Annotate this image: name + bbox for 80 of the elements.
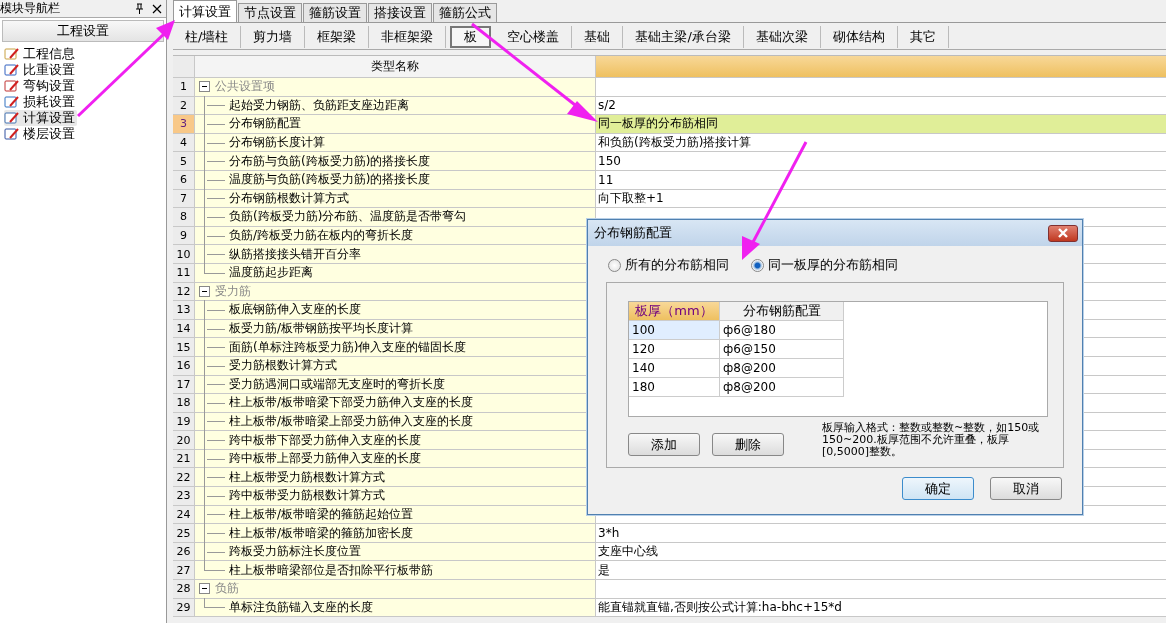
row-number: 10 (173, 245, 195, 263)
nav-item[interactable]: 楼层设置 (23, 125, 75, 143)
close-icon (1057, 228, 1069, 238)
tab[interactable]: 箍筋设置 (303, 3, 367, 22)
row-number: 1 (173, 78, 195, 96)
nav-item[interactable]: 比重设置 (23, 61, 75, 79)
collapse-toggle[interactable] (199, 285, 210, 297)
nav-item[interactable]: 工程信息 (23, 45, 75, 63)
grid-cell[interactable]: ф6@150 (720, 340, 844, 359)
category-tab[interactable]: 非框架梁 (369, 26, 447, 48)
grid-cell[interactable]: 120 (629, 340, 720, 359)
group-label: 公共设置项 (215, 78, 275, 96)
column-header: 板厚（mm） (629, 302, 720, 321)
format-hint: 板厚输入格式：整数或整数~整数，如150或150~200.板厚范围不允许重叠，板厚[0,5000]整数。 (822, 422, 1041, 458)
group-label: 受力筋 (215, 282, 251, 300)
radio-label[interactable]: 所有的分布筋相同 (625, 256, 729, 274)
column-header: 分布钢筋配置 (720, 302, 844, 321)
row-number: 13 (173, 301, 195, 319)
dialog-button[interactable]: 确定 (902, 477, 974, 500)
row-number: 8 (173, 208, 195, 226)
nav-item[interactable]: 损耗设置 (23, 93, 75, 111)
category-tab[interactable]: 其它 (897, 26, 949, 48)
grid-cell[interactable]: 140 (629, 359, 720, 378)
grid-cell[interactable]: 100 (629, 321, 720, 340)
category-tab[interactable]: 砌体结构 (820, 26, 898, 48)
nav-item[interactable]: 弯钩设置 (23, 77, 75, 95)
row-number: 5 (173, 152, 195, 170)
radio-button[interactable] (608, 258, 621, 272)
grid-cell[interactable]: 180 (629, 378, 720, 397)
document-pencil-icon (4, 127, 20, 141)
grid-cell[interactable]: ф6@180 (720, 321, 844, 340)
action-button[interactable]: 删除 (712, 433, 784, 456)
close-button[interactable] (1048, 224, 1078, 242)
setting-name: 分布钢筋配置 (195, 115, 596, 133)
setting-name: 负筋(跨板受力筋)分布筋、温度筋是否带弯勾 (195, 208, 596, 226)
collapse-toggle[interactable] (199, 583, 210, 595)
grid-cell[interactable]: ф8@200 (720, 359, 844, 378)
column-header: 类型名称 (195, 56, 596, 77)
document-pencil-icon (4, 63, 20, 77)
tab[interactable]: 搭接设置 (368, 3, 432, 22)
row-number: 28 (173, 580, 195, 598)
setting-name: 柱上板带暗梁部位是否扣除平行板带筋 (195, 561, 596, 580)
pin-icon[interactable] (135, 3, 144, 14)
tab[interactable]: 箍筋公式 (433, 3, 497, 22)
collapse-toggle[interactable] (199, 81, 210, 93)
close-icon[interactable] (152, 3, 162, 14)
group-label: 负筋 (215, 580, 239, 598)
category-tab[interactable]: 空心楼盖 (495, 26, 573, 48)
row-number: 25 (173, 524, 195, 542)
radio-button[interactable] (751, 258, 764, 272)
setting-name: 柱上板带/板带暗梁的箍筋加密长度 (195, 524, 596, 542)
category-tab[interactable]: 基础 (572, 26, 624, 48)
dialog-title: 分布钢筋配置 (594, 224, 672, 242)
row-number: 23 (173, 487, 195, 505)
tab[interactable]: 节点设置 (238, 3, 302, 22)
document-pencil-icon (4, 111, 20, 125)
section-header[interactable]: 工程设置 (2, 20, 164, 42)
row-number: 20 (173, 431, 195, 449)
row-number: 18 (173, 394, 195, 412)
row-number: 27 (173, 561, 195, 580)
row-number: 15 (173, 338, 195, 356)
category-tab[interactable]: 剪力墙 (241, 26, 306, 48)
row-number: 3 (173, 115, 195, 133)
action-button[interactable]: 添加 (628, 433, 700, 456)
tab[interactable]: 计算设置 (173, 0, 237, 22)
row-number: 22 (173, 468, 195, 487)
setting-value[interactable]: 同一板厚的分布筋相同 (596, 115, 1166, 133)
category-tab[interactable]: 板 (450, 26, 492, 48)
dialog-button[interactable]: 取消 (990, 477, 1062, 500)
category-tab[interactable]: 基础主梁/承台梁 (623, 26, 744, 48)
setting-name: 分布筋与负筋(跨板受力筋)的搭接长度 (195, 152, 596, 170)
grid-cell[interactable]: ф8@200 (720, 378, 844, 397)
category-tab[interactable]: 框架梁 (305, 26, 370, 48)
radio-label[interactable]: 同一板厚的分布筋相同 (768, 256, 898, 274)
document-pencil-icon (4, 79, 20, 93)
category-tab[interactable]: 柱/墙柱 (173, 26, 242, 48)
panel-title: 模块导航栏 (0, 0, 61, 17)
document-pencil-icon (4, 95, 20, 109)
document-pencil-icon (4, 47, 20, 61)
category-tab[interactable]: 基础次梁 (743, 26, 821, 48)
